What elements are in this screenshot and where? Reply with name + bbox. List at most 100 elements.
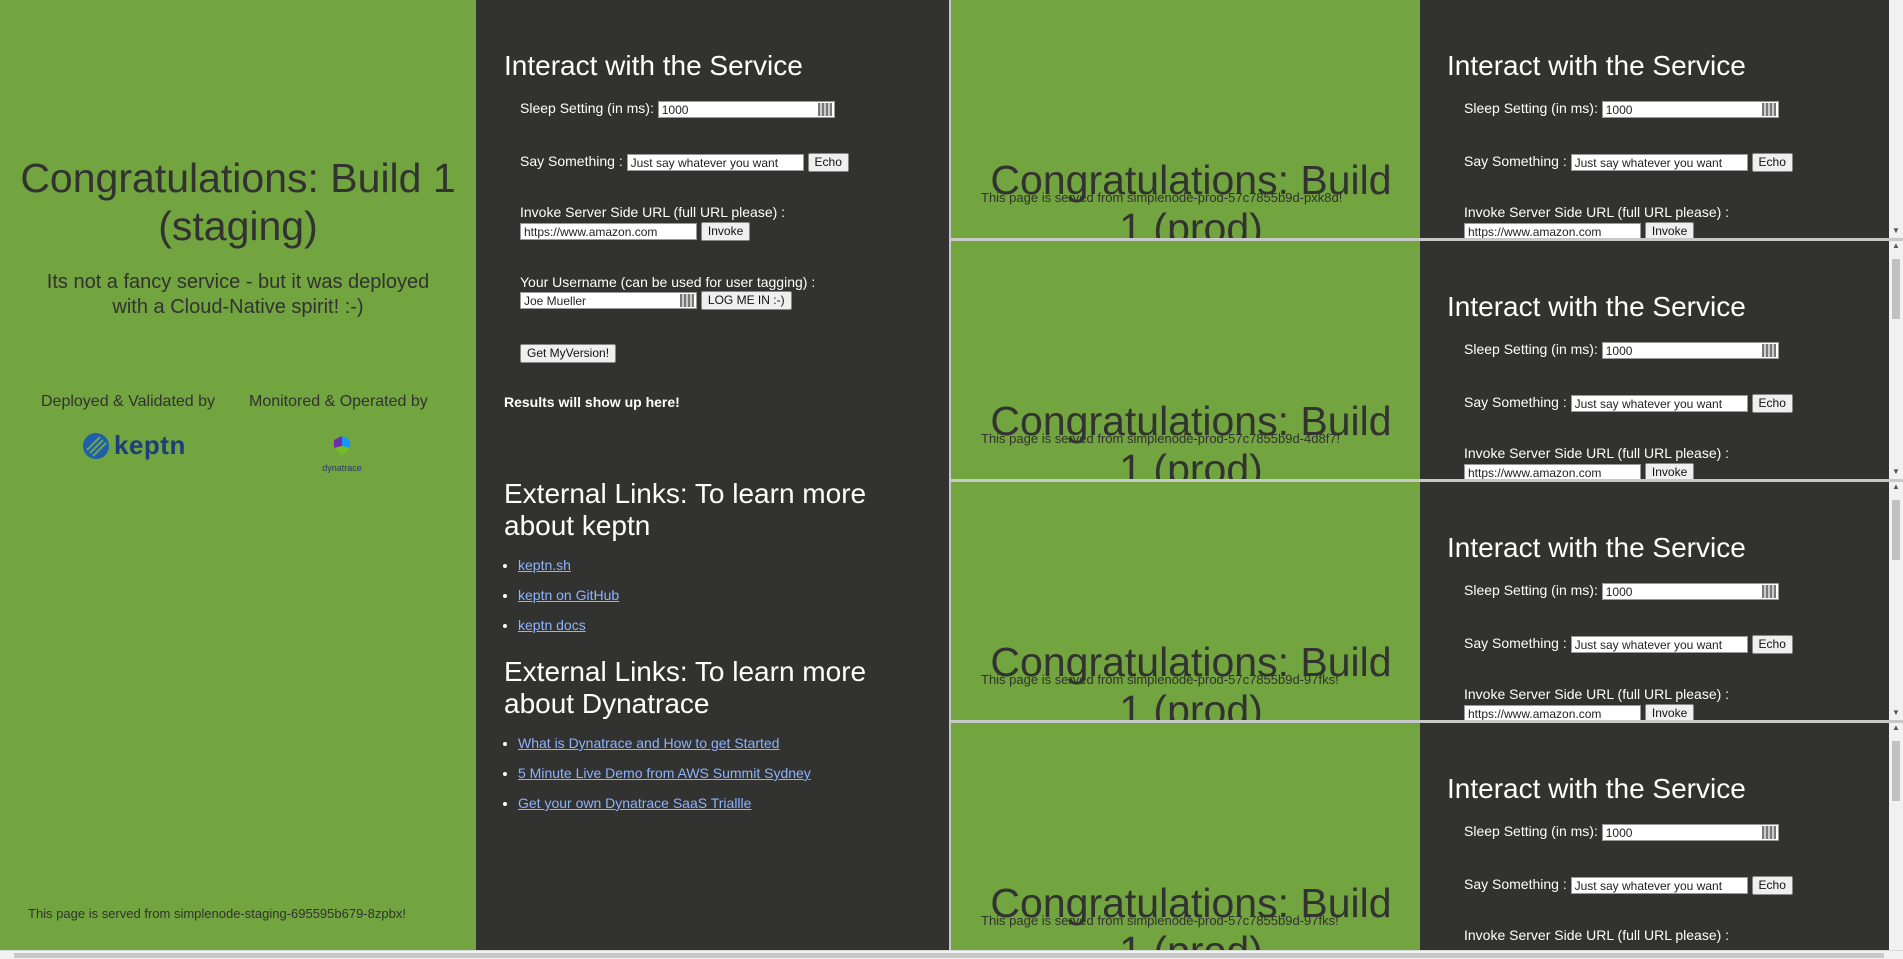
prod-say-input[interactable]: Just say whatever you want bbox=[1570, 154, 1748, 171]
prod-frame[interactable]: Congratulations: Build 1 (prod) This pag… bbox=[951, 0, 1903, 238]
invoke-button[interactable]: Invoke bbox=[700, 222, 751, 241]
list-item: What is Dynatrace and How to get Started bbox=[518, 728, 811, 758]
prod-invoke-row: https://www.amazon.com Invoke bbox=[1464, 704, 1695, 720]
prod-frames-column: Congratulations: Build 1 (prod) This pag… bbox=[951, 0, 1903, 950]
dynatrace-logo-text: dynatrace bbox=[322, 463, 362, 473]
dynatrace-trial-link[interactable]: Get your own Dynatrace SaaS Triallle bbox=[518, 795, 751, 811]
login-button[interactable]: LOG ME IN :-) bbox=[700, 291, 792, 310]
prod-hero-panel: Congratulations: Build 1 (prod) This pag… bbox=[951, 482, 1420, 720]
prod-sleep-value: 1000 bbox=[1605, 343, 1633, 358]
keptn-github-link[interactable]: keptn on GitHub bbox=[518, 587, 619, 603]
say-something-input[interactable]: Just say whatever you want bbox=[626, 154, 804, 171]
dynatrace-links-title: External Links: To learn more about Dyna… bbox=[504, 656, 867, 719]
version-row: Get MyVersion! bbox=[520, 344, 617, 363]
prod-invoke-button[interactable]: Invoke bbox=[1644, 463, 1695, 479]
scrollbar-thumb[interactable] bbox=[14, 953, 1884, 958]
prod-invoke-input[interactable]: https://www.amazon.com bbox=[1464, 705, 1641, 720]
sleep-setting-input[interactable]: 1000 bbox=[657, 100, 835, 118]
prod-sleep-input[interactable]: 1000 bbox=[1601, 582, 1779, 600]
prod-invoke-label: Invoke Server Side URL (full URL please)… bbox=[1464, 204, 1730, 220]
prod-interact-panel bbox=[1420, 482, 1889, 720]
prod-invoke-input[interactable]: https://www.amazon.com bbox=[1464, 223, 1641, 238]
dynatrace-getting-started-link[interactable]: What is Dynatrace and How to get Started bbox=[518, 735, 779, 751]
prod-sleep-input[interactable]: 1000 bbox=[1601, 341, 1779, 359]
prod-interact-panel bbox=[1420, 0, 1889, 238]
prod-say-row: Say Something : Just say whatever you wa… bbox=[1464, 876, 1793, 895]
prod-echo-button[interactable]: Echo bbox=[1751, 153, 1793, 172]
prod-echo-button[interactable]: Echo bbox=[1751, 394, 1793, 413]
prod-invoke-label: Invoke Server Side URL (full URL please)… bbox=[1464, 927, 1730, 943]
scroll-down-arrow-icon[interactable]: ▼ bbox=[1892, 226, 1900, 235]
frame-scrollbar[interactable] bbox=[1889, 0, 1903, 238]
prod-interact-title: Interact with the Service bbox=[1447, 532, 1746, 563]
dynatrace-links-list: What is Dynatrace and How to get Started… bbox=[504, 728, 811, 818]
scroll-up-arrow-icon[interactable]: ▲ bbox=[1892, 482, 1900, 491]
input-autofill-icon[interactable] bbox=[1761, 825, 1776, 839]
prod-served-from: This page is served from simplenode-prod… bbox=[981, 913, 1339, 928]
scrollbar-thumb[interactable] bbox=[1892, 741, 1900, 801]
username-input[interactable]: Joe Mueller bbox=[520, 292, 697, 309]
prod-sleep-input[interactable]: 1000 bbox=[1601, 823, 1779, 841]
prod-sleep-value: 1000 bbox=[1605, 584, 1633, 599]
prod-interact-title: Interact with the Service bbox=[1447, 773, 1746, 804]
prod-sleep-row: Sleep Setting (in ms): 1000 bbox=[1464, 823, 1779, 841]
prod-say-input[interactable]: Just say whatever you want bbox=[1570, 636, 1748, 653]
list-item: keptn on GitHub bbox=[518, 580, 619, 610]
prod-frame[interactable]: Congratulations: Build 1 (prod) This pag… bbox=[951, 241, 1903, 479]
keptn-sh-link[interactable]: keptn.sh bbox=[518, 557, 571, 573]
input-autofill-icon[interactable] bbox=[817, 102, 832, 116]
prod-invoke-button[interactable]: Invoke bbox=[1644, 704, 1695, 720]
input-autofill-icon[interactable] bbox=[1761, 102, 1776, 116]
results-output: Results will show up here! bbox=[504, 394, 680, 410]
prod-say-input[interactable]: Just say whatever you want bbox=[1570, 395, 1748, 412]
prod-say-row: Say Something : Just say whatever you wa… bbox=[1464, 153, 1793, 172]
list-item: keptn.sh bbox=[518, 550, 619, 580]
prod-invoke-button[interactable]: Invoke bbox=[1644, 222, 1695, 238]
deployed-by-label: Deployed & Validated by bbox=[41, 393, 216, 410]
scroll-up-arrow-icon[interactable]: ▲ bbox=[1892, 723, 1900, 732]
prod-sleep-row: Sleep Setting (in ms): 1000 bbox=[1464, 100, 1779, 118]
prod-sleep-value: 1000 bbox=[1605, 102, 1633, 117]
dynatrace-live-demo-link[interactable]: 5 Minute Live Demo from AWS Summit Sydne… bbox=[518, 765, 811, 781]
username-input-row: Joe Mueller LOG ME IN :-) bbox=[520, 291, 792, 310]
invoke-label-row: Invoke Server Side URL (full URL please)… bbox=[520, 204, 785, 220]
prod-say-row: Say Something : Just say whatever you wa… bbox=[1464, 394, 1793, 413]
prod-say-row: Say Something : Just say whatever you wa… bbox=[1464, 635, 1793, 654]
prod-sleep-input[interactable]: 1000 bbox=[1601, 100, 1779, 118]
prod-sleep-row: Sleep Setting (in ms): 1000 bbox=[1464, 341, 1779, 359]
keptn-logo-text: keptn bbox=[114, 430, 186, 460]
scroll-down-arrow-icon[interactable]: ▼ bbox=[1892, 708, 1900, 717]
say-something-row: Say Something : Just say whatever you wa… bbox=[520, 153, 849, 172]
invoke-url-input[interactable]: https://www.amazon.com bbox=[520, 223, 697, 240]
prod-say-label: Say Something : bbox=[1464, 635, 1567, 652]
scrollbar-thumb[interactable] bbox=[1892, 500, 1900, 560]
prod-sleep-value: 1000 bbox=[1605, 825, 1633, 840]
prod-say-label: Say Something : bbox=[1464, 153, 1567, 170]
prod-frame[interactable]: Congratulations: Build 1 (prod) This pag… bbox=[951, 723, 1903, 950]
prod-echo-button[interactable]: Echo bbox=[1751, 635, 1793, 654]
input-autofill-icon[interactable] bbox=[1761, 584, 1776, 598]
get-version-button[interactable]: Get MyVersion! bbox=[520, 344, 617, 363]
prod-echo-button[interactable]: Echo bbox=[1751, 876, 1793, 895]
keptn-links-list: keptn.sh keptn on GitHub keptn docs bbox=[504, 550, 619, 640]
prod-served-from: This page is served from simplenode-prod… bbox=[981, 672, 1339, 687]
monitored-by-label: Monitored & Operated by bbox=[249, 393, 428, 410]
prod-say-input[interactable]: Just say whatever you want bbox=[1570, 877, 1748, 894]
prod-interact-title: Interact with the Service bbox=[1447, 291, 1746, 322]
input-autofill-icon[interactable] bbox=[1761, 343, 1776, 357]
keptn-logo-icon bbox=[83, 432, 109, 459]
scroll-down-arrow-icon[interactable]: ▼ bbox=[1892, 467, 1900, 476]
echo-button[interactable]: Echo bbox=[807, 153, 849, 172]
prod-invoke-input[interactable]: https://www.amazon.com bbox=[1464, 464, 1641, 479]
prod-sleep-label: Sleep Setting (in ms): bbox=[1464, 341, 1598, 357]
scroll-up-arrow-icon[interactable]: ▲ bbox=[1892, 241, 1900, 250]
keptn-docs-link[interactable]: keptn docs bbox=[518, 617, 586, 633]
sleep-setting-label: Sleep Setting (in ms): bbox=[520, 100, 654, 116]
prod-sleep-label: Sleep Setting (in ms): bbox=[1464, 823, 1598, 839]
scrollbar-thumb[interactable] bbox=[1892, 259, 1900, 319]
input-autofill-icon[interactable] bbox=[680, 294, 694, 307]
prod-invoke-label: Invoke Server Side URL (full URL please)… bbox=[1464, 686, 1730, 702]
prod-frame[interactable]: Congratulations: Build 1 (prod) This pag… bbox=[951, 482, 1903, 720]
list-item: Get your own Dynatrace SaaS Triallle bbox=[518, 788, 811, 818]
invoke-url-label: Invoke Server Side URL (full URL please)… bbox=[520, 204, 786, 220]
